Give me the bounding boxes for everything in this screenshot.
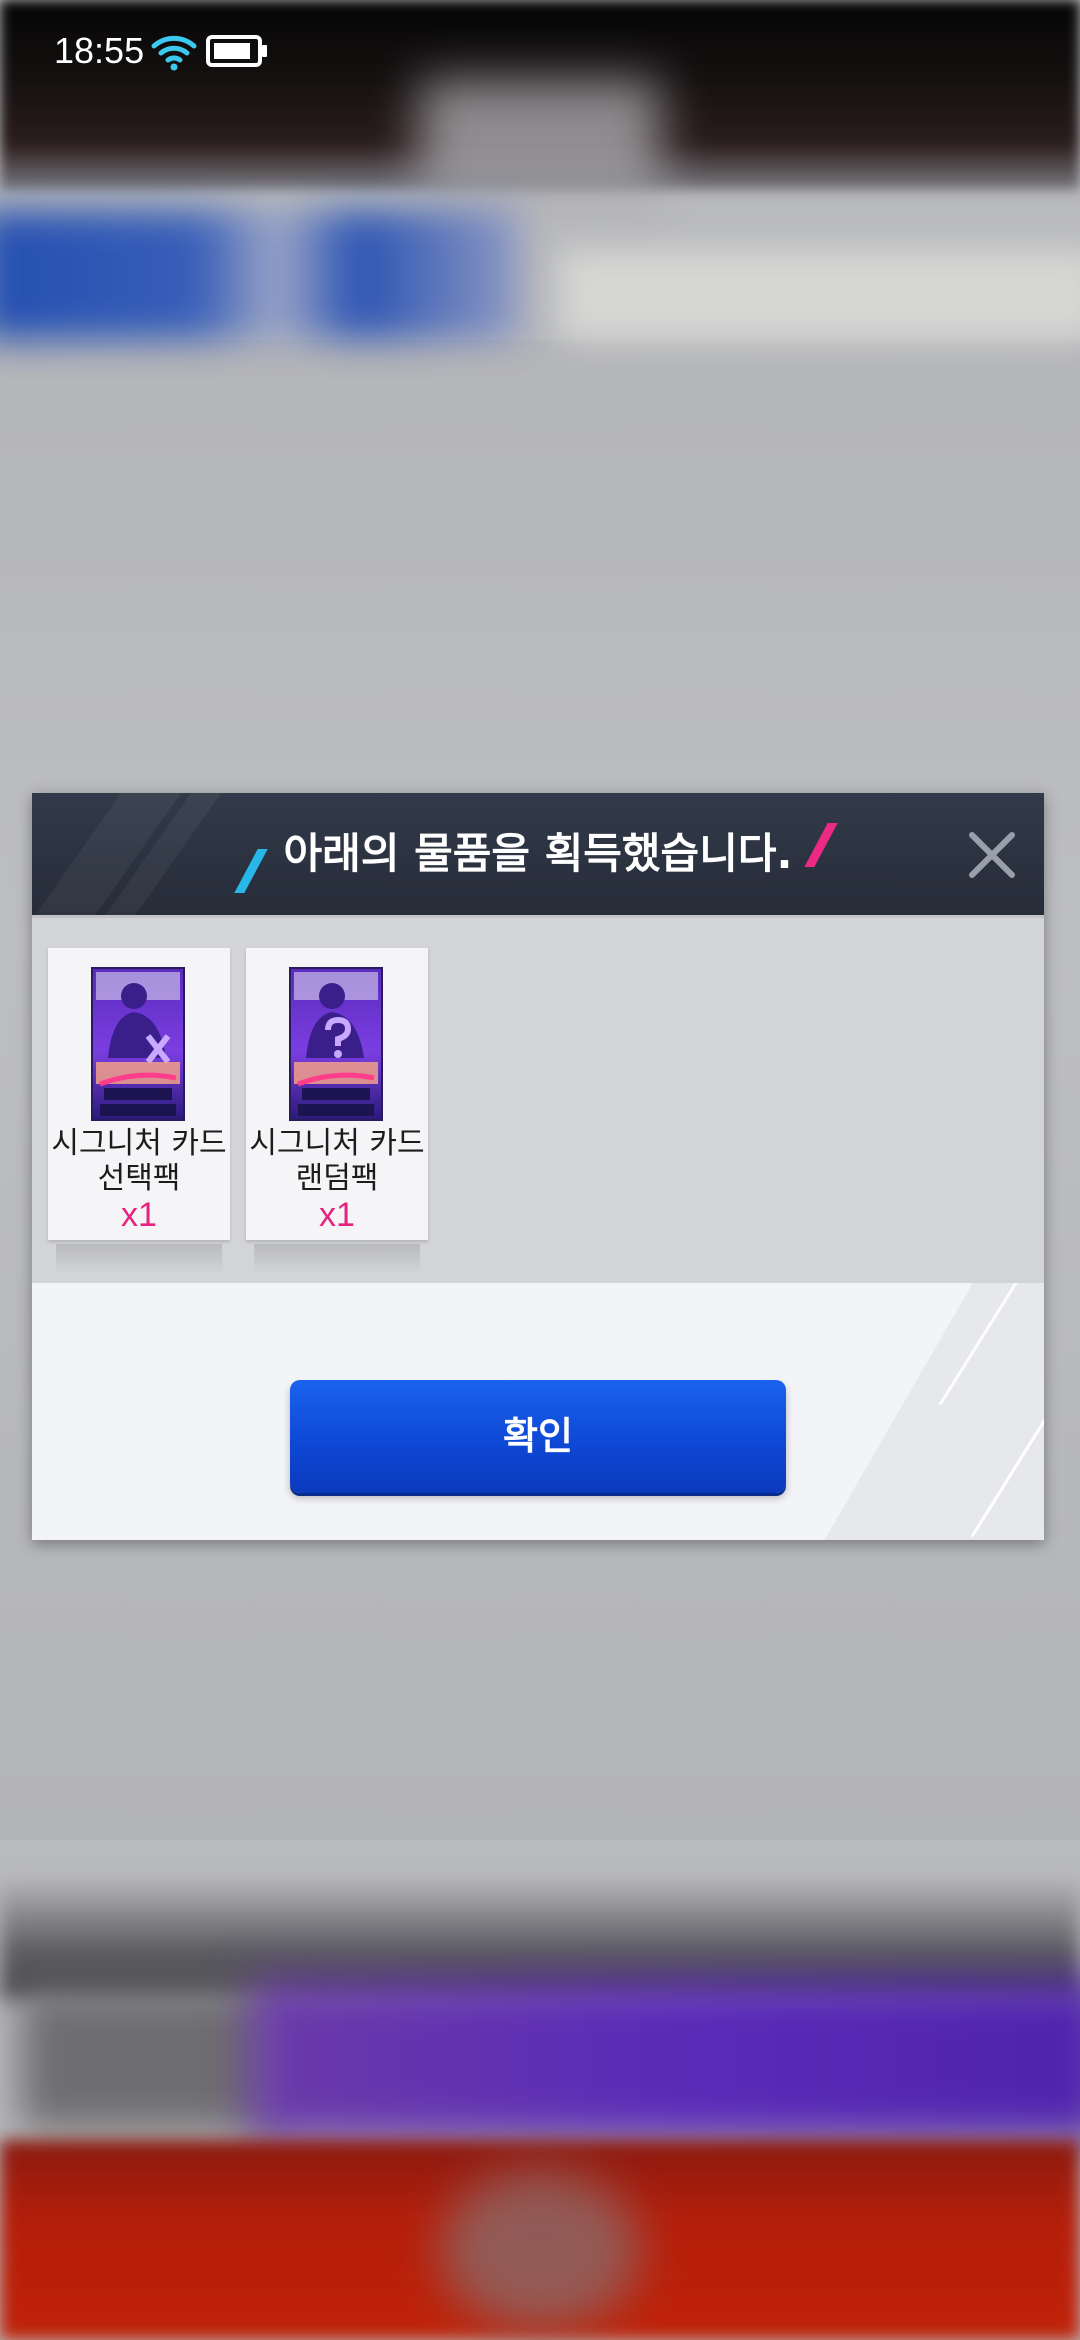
status-time: 18:55 — [54, 30, 145, 71]
wifi-icon — [151, 35, 197, 71]
reward-item-count: x1 — [319, 1196, 355, 1234]
dialog-footer: 확인 — [32, 1283, 1044, 1540]
footer-decoration — [799, 1283, 1044, 1540]
reward-item-name-line: 선택팩 — [97, 1161, 181, 1196]
dialog-header: 아래의 물품을 획득했습니다. — [32, 793, 1044, 915]
confirm-button[interactable]: 확인 — [290, 1380, 786, 1493]
battery-icon — [206, 35, 267, 67]
signature-select-pack-icon — [91, 967, 185, 1121]
signature-random-pack-icon — [289, 967, 383, 1121]
background-purple-band — [250, 1980, 1080, 2140]
reward-item-name-line: 시그니처 카드 — [51, 1126, 227, 1161]
reward-item-card[interactable]: 시그니처 카드 랜덤팩 x1 — [246, 948, 428, 1274]
screen: 18:55 아래의 물품을 획득했습니다. 시그니처 카드 선택팩 x1 시그니… — [0, 0, 1080, 2340]
background-blue-band — [0, 210, 520, 340]
status-bar: 18:55 — [0, 0, 1080, 100]
reward-item-name-line: 랜덤팩 — [295, 1161, 379, 1196]
reward-item-card[interactable]: 시그니처 카드 선택팩 x1 — [48, 948, 230, 1274]
background-gray-shape — [20, 1990, 280, 2130]
background-circle-shape — [440, 2170, 640, 2330]
reward-item-name: 시그니처 카드 선택팩 — [48, 1126, 230, 1196]
reward-item-count: x1 — [121, 1196, 157, 1234]
reward-dialog: 아래의 물품을 획득했습니다. 시그니처 카드 선택팩 x1 시그니처 카드 랜… — [32, 793, 1044, 1540]
reward-item-name-line: 시그니처 카드 — [249, 1126, 425, 1161]
background-light-band — [560, 250, 1080, 340]
dialog-title: 아래의 물품을 획득했습니다. — [283, 829, 793, 878]
reward-item-name: 시그니처 카드 랜덤팩 — [246, 1126, 428, 1196]
close-icon[interactable] — [964, 827, 1020, 883]
reward-items-area: 시그니처 카드 선택팩 x1 시그니처 카드 랜덤팩 x1 — [32, 915, 1044, 1283]
